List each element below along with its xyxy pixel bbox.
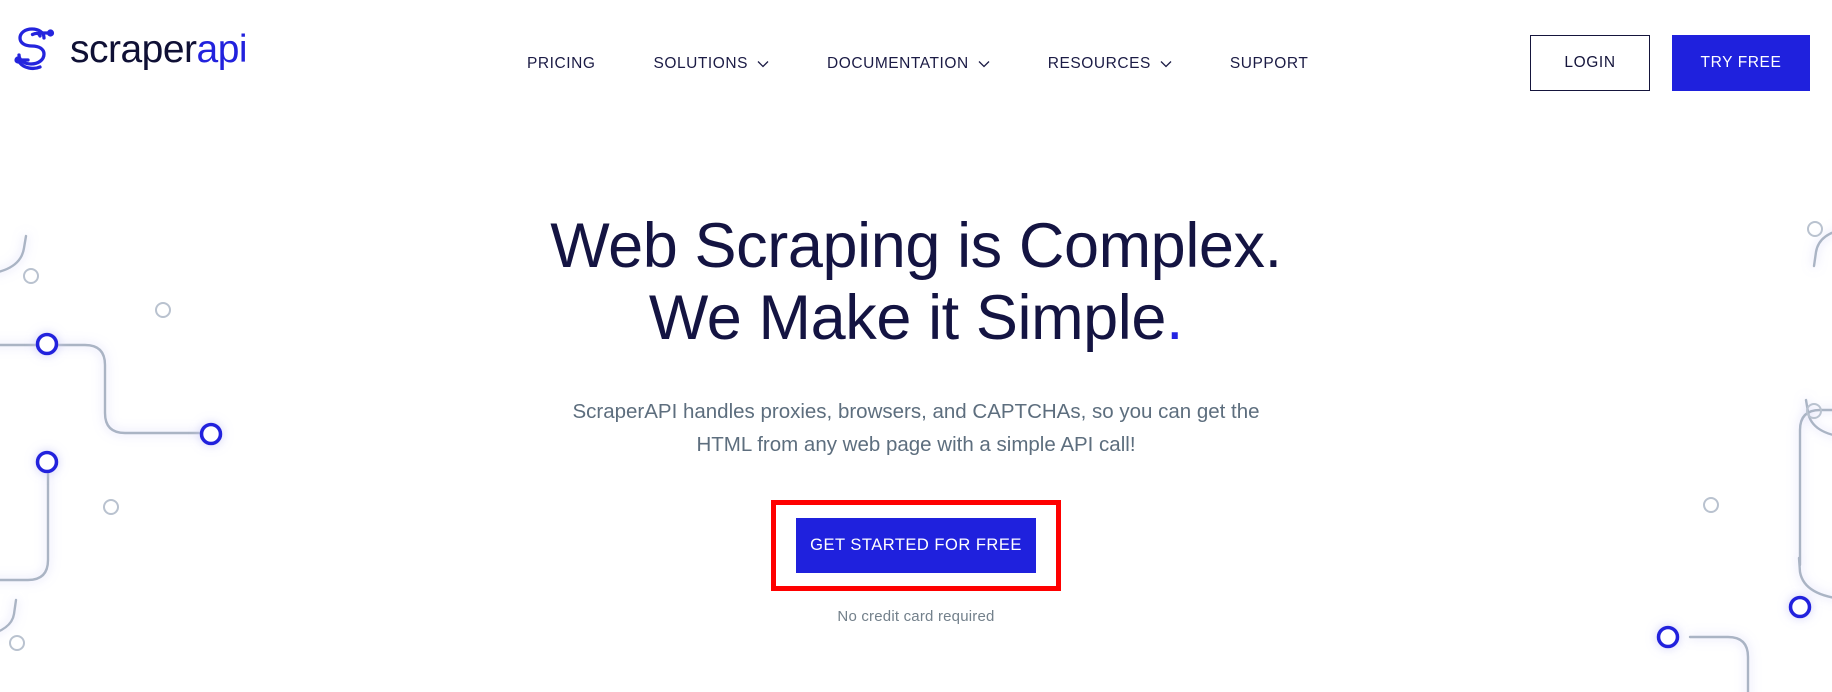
nav-label: SUPPORT (1229, 55, 1309, 72)
site-header: scraperapi PRICING SOLUTIONS DOCUMENTATI… (0, 0, 1832, 124)
nav-item-documentation[interactable]: DOCUMENTATION (827, 49, 990, 79)
chevron-down-icon (757, 61, 769, 68)
chevron-down-icon (978, 61, 990, 68)
hero-subtitle: ScraperAPI handles proxies, browsers, an… (572, 399, 1260, 457)
chevron-down-icon (1160, 61, 1172, 68)
scraperapi-logo-icon (14, 27, 55, 71)
hero-cta-area: GET STARTED FOR FREE No credit card requ… (0, 500, 1832, 625)
main-navigation: PRICING SOLUTIONS DOCUMENTATION RESOURCE… (527, 49, 1308, 79)
nav-label: PRICING (527, 55, 596, 72)
nav-label: DOCUMENTATION (826, 55, 969, 72)
nav-item-pricing[interactable]: PRICING (527, 49, 595, 79)
hero-section: Web Scraping is Complex. We Make it Simpl… (0, 210, 1832, 461)
hero-headline: Web Scraping is Complex. We Make it Simpl… (0, 210, 1832, 355)
nav-label: SOLUTIONS (653, 55, 748, 72)
landing-page: scraperapi PRICING SOLUTIONS DOCUMENTATI… (0, 0, 1832, 692)
get-started-for-free-button[interactable]: GET STARTED FOR FREE (796, 518, 1036, 573)
red-highlight-box: GET STARTED FOR FREE (771, 500, 1061, 591)
headline-line-2: We Make it Simple (648, 283, 1167, 354)
headline-accent-period: . (1166, 283, 1184, 354)
nav-item-support[interactable]: SUPPORT (1230, 49, 1309, 79)
nav-label: RESOURCES (1047, 55, 1151, 72)
brand-logo[interactable]: scraperapi (10, 23, 248, 75)
brand-name: scraperapi (70, 27, 248, 71)
brand-name-part1: scraper (70, 27, 197, 71)
nav-item-resources[interactable]: RESOURCES (1048, 49, 1172, 79)
login-button[interactable]: LOGIN (1530, 35, 1650, 91)
nav-item-solutions[interactable]: SOLUTIONS (653, 49, 769, 79)
cta-note: No credit card required (837, 608, 995, 625)
headline-line-1: Web Scraping is Complex. (550, 211, 1282, 281)
header-actions: LOGIN TRY FREE (1530, 35, 1810, 91)
try-free-button[interactable]: TRY FREE (1672, 35, 1810, 91)
brand-name-part2: api (196, 27, 248, 71)
